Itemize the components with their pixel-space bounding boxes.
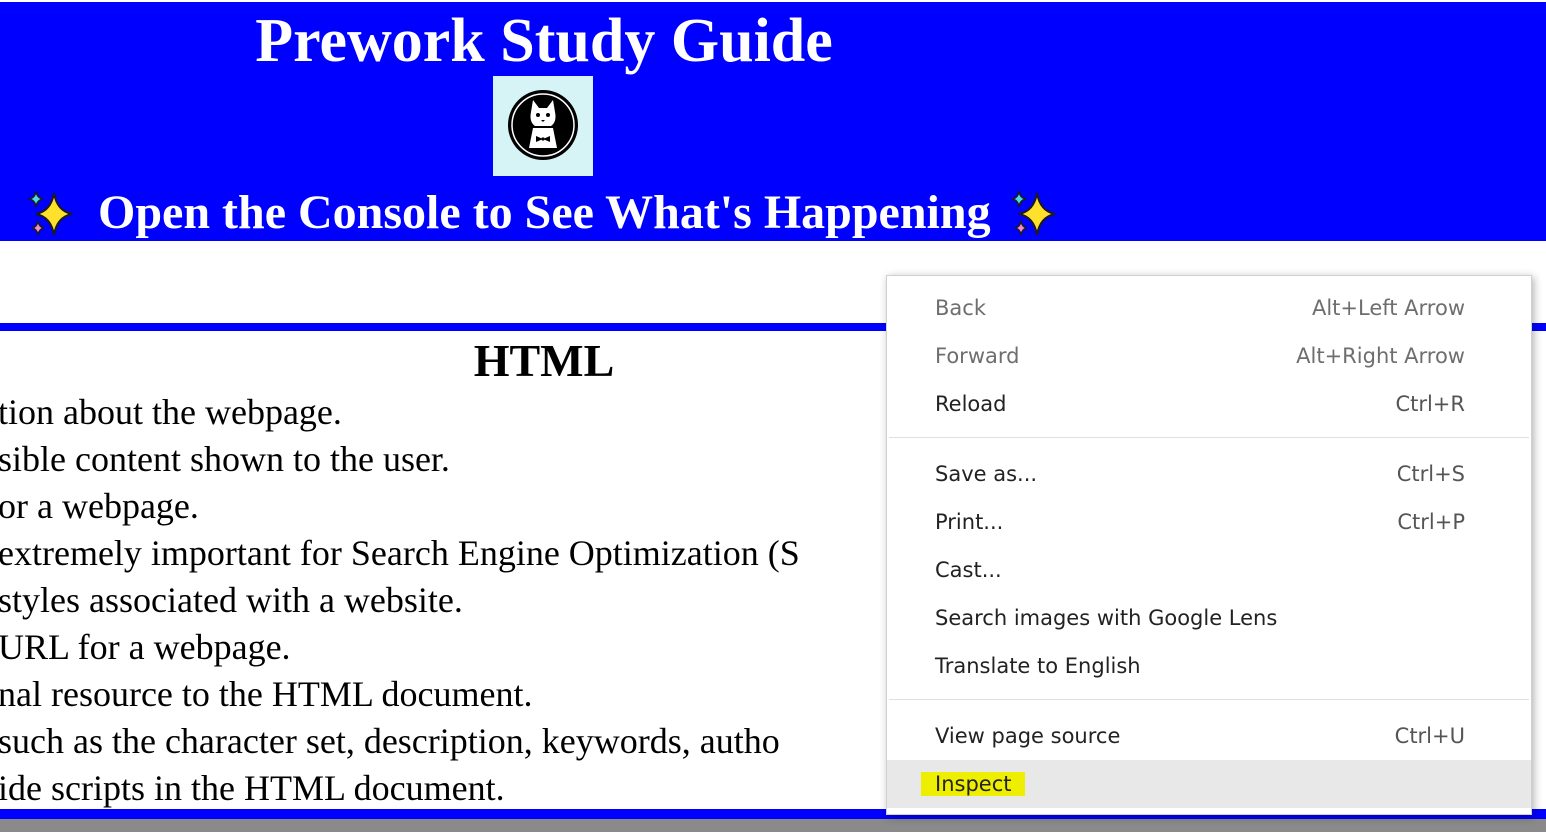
menu-item-label: Forward [935,344,1020,368]
subtitle-text: Open the Console to See What's Happening [98,186,991,239]
menu-item-shortcut: Ctrl+R [1395,392,1465,416]
inspect-highlight: Inspect [921,772,1026,796]
menu-item-google-lens[interactable]: Search images with Google Lens [887,594,1531,642]
menu-item-label: Print... [935,510,1004,534]
menu-item-forward[interactable]: Forward Alt+Right Arrow [887,332,1531,380]
menu-item-label: Cast... [935,558,1002,582]
menu-item-label-wrap: Inspect [921,760,1026,808]
console-hint: Open the Console to See What's Happening [24,182,1061,244]
menu-item-label: Reload [935,392,1007,416]
page-header: Prework Study Guide Open the Console to … [0,2,1546,241]
menu-item-inspect[interactable]: Inspect [887,760,1531,808]
sparkles-icon [28,190,73,236]
menu-item-translate[interactable]: Translate to English [887,642,1531,690]
avatar [493,76,593,176]
menu-separator [889,437,1529,438]
menu-item-label: Save as... [935,462,1038,486]
menu-item-shortcut: Ctrl+P [1397,510,1465,534]
context-menu: Back Alt+Left Arrow Forward Alt+Right Ar… [886,275,1532,815]
menu-item-save-as[interactable]: Save as... Ctrl+S [887,450,1531,498]
menu-item-shortcut: Alt+Right Arrow [1296,344,1465,368]
menu-item-label: Search images with Google Lens [935,606,1278,630]
sparkles-icon [1011,190,1055,236]
menu-item-label: Back [935,296,986,320]
menu-item-shortcut: Ctrl+U [1394,724,1465,748]
menu-item-cast[interactable]: Cast... [887,546,1531,594]
menu-item-view-source[interactable]: View page source Ctrl+U [887,712,1531,760]
menu-item-label: Translate to English [935,654,1141,678]
menu-item-print[interactable]: Print... Ctrl+P [887,498,1531,546]
menu-item-reload[interactable]: Reload Ctrl+R [887,380,1531,428]
page-title: Prework Study Guide [255,7,833,75]
menu-separator [889,699,1529,700]
menu-item-shortcut: Ctrl+S [1396,462,1465,486]
menu-item-label: View page source [935,724,1121,748]
menu-item-shortcut: Alt+Left Arrow [1311,296,1465,320]
horizontal-scrollbar[interactable] [0,819,1546,832]
cat-avatar-icon [508,90,578,160]
menu-item-back[interactable]: Back Alt+Left Arrow [887,284,1531,332]
